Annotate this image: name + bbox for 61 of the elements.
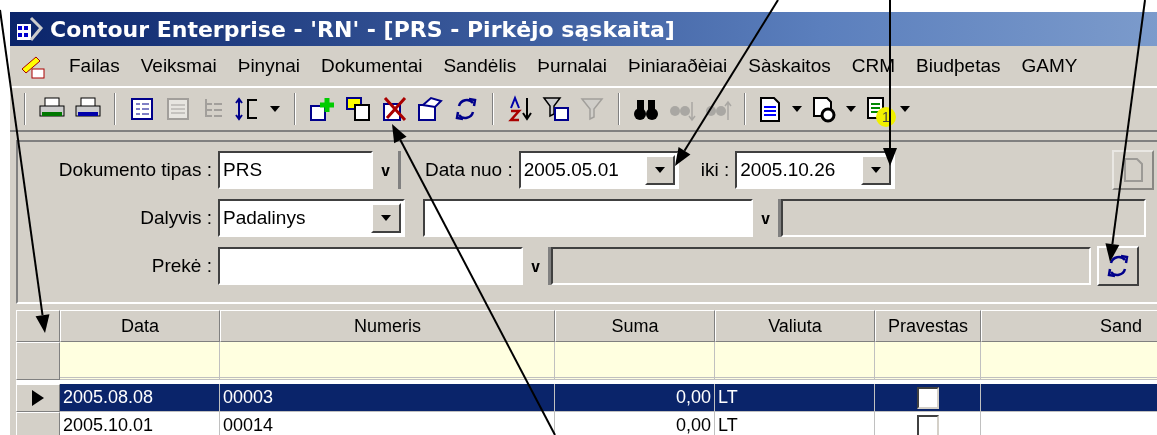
menu-item[interactable]: Veiksmai xyxy=(140,55,217,77)
menu-item[interactable]: Dokumentai xyxy=(321,55,423,77)
menu-item[interactable]: Sàskaitos xyxy=(748,55,831,77)
checkbox[interactable] xyxy=(916,386,939,409)
header-cell xyxy=(16,310,60,342)
copy-document-icon xyxy=(343,94,373,124)
dropdown-button[interactable] xyxy=(861,155,892,185)
filter-cell[interactable] xyxy=(875,342,981,380)
column-header[interactable]: Suma xyxy=(555,310,715,342)
filter-cell[interactable] xyxy=(220,342,555,380)
dropdown-button[interactable] xyxy=(371,203,401,233)
column-header[interactable]: Valiuta xyxy=(715,310,875,342)
column-header[interactable]: Data xyxy=(60,310,220,342)
field-label: Data nuo : xyxy=(425,159,514,181)
app-icon xyxy=(14,14,44,44)
dropdown-button[interactable] xyxy=(644,155,675,185)
menu-item[interactable]: Biudþetas xyxy=(916,55,1001,77)
filter-cell[interactable] xyxy=(555,342,715,380)
column-header[interactable]: Sand xyxy=(981,310,1157,342)
menu-item[interactable]: GAMY xyxy=(1021,55,1078,77)
filter-cell[interactable] xyxy=(715,342,875,380)
table-cell: 00003 xyxy=(220,384,555,412)
table-cell: 0,00 xyxy=(555,384,715,412)
caret-icon xyxy=(270,106,280,112)
caret-icon xyxy=(792,106,802,112)
menu-item[interactable]: Failas xyxy=(69,55,120,77)
row-pointer-icon xyxy=(32,390,44,406)
caret-icon xyxy=(871,167,882,173)
input-field[interactable]: PRS xyxy=(218,151,373,189)
dropdown-field[interactable]: Padalinys xyxy=(218,199,405,237)
input-field[interactable] xyxy=(423,199,753,237)
checkbox[interactable] xyxy=(916,414,939,435)
edit-document-icon xyxy=(415,94,445,124)
field-label: Dokumento tipas : xyxy=(57,159,213,181)
column-header[interactable]: Numeris xyxy=(220,310,555,342)
filter-icon xyxy=(541,94,571,124)
field-label: Prekė : xyxy=(150,255,213,277)
menu-item[interactable]: Þiniaraðèiai xyxy=(628,55,728,77)
refresh-button[interactable] xyxy=(1097,246,1139,286)
toolbar-button[interactable]: 1 xyxy=(862,91,894,127)
filter-cell[interactable] xyxy=(981,342,1157,380)
table-cell: 00014 xyxy=(220,412,555,435)
date-field[interactable]: 2005.10.26 xyxy=(735,151,896,189)
table-cell: 2005.10.01 xyxy=(60,412,220,435)
menu-item[interactable]: Þurnalai xyxy=(537,55,608,77)
menu-item[interactable]: Sandėlis xyxy=(443,55,517,77)
caret-icon xyxy=(654,167,665,173)
window-title: Contour Enterprise - 'RN' - [PRS - Pirkėjo sąskaita] xyxy=(50,16,675,42)
field-label: Dalyvis : xyxy=(139,207,213,229)
menu-item[interactable]: Þinynai xyxy=(237,55,301,77)
row-header[interactable] xyxy=(16,384,60,412)
date-field[interactable]: 2005.05.01 xyxy=(518,151,679,189)
table-cell: 2005.08.08 xyxy=(60,384,220,412)
column-header[interactable]: Pravestas xyxy=(875,310,981,342)
caret-icon xyxy=(846,106,856,112)
filter-cell[interactable] xyxy=(60,342,220,380)
field-label: iki : xyxy=(700,159,731,181)
caret-icon xyxy=(381,215,391,221)
input-field[interactable] xyxy=(218,247,523,285)
caret-icon xyxy=(900,106,910,112)
table-cell: LT xyxy=(715,384,875,412)
